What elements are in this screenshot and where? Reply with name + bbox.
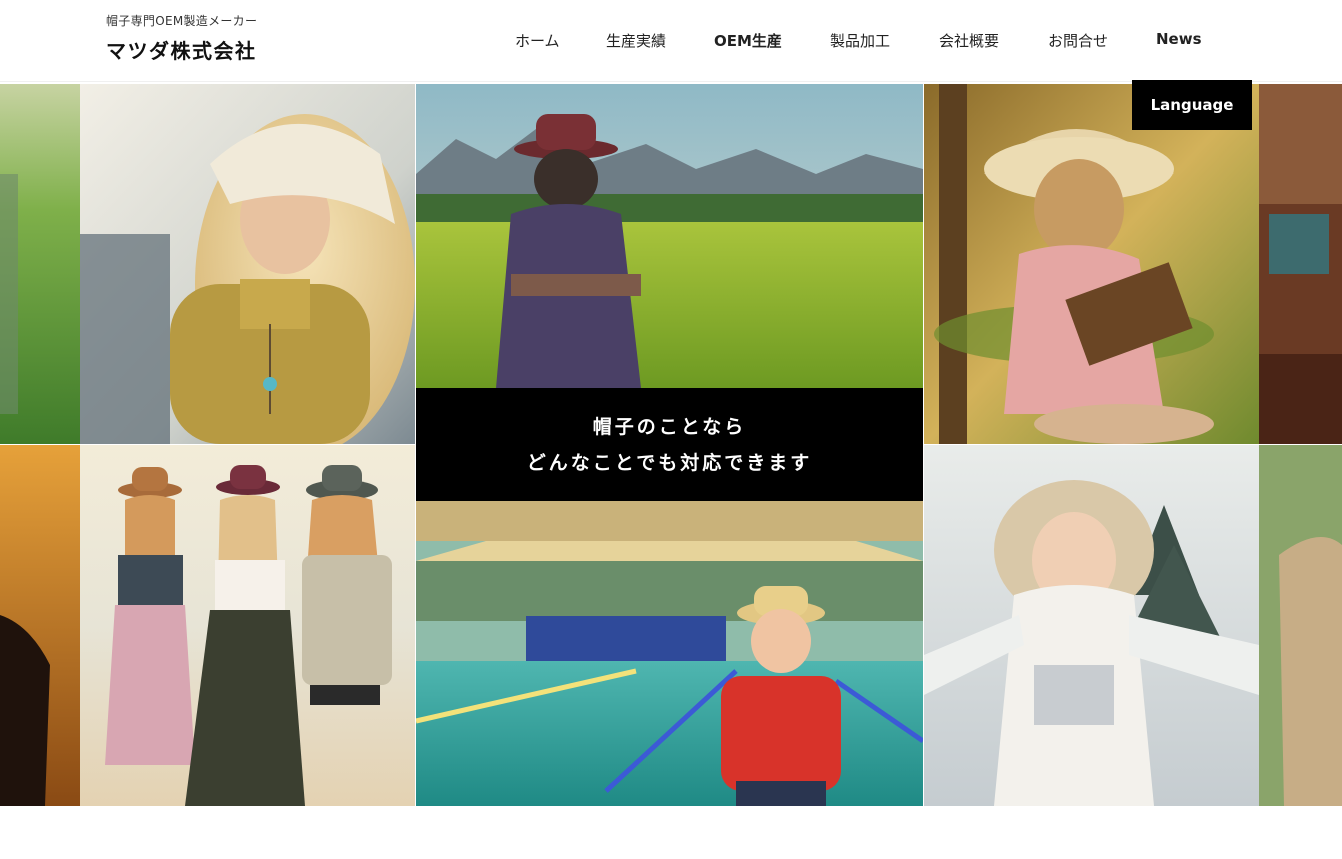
language-button[interactable]: Language <box>1132 80 1252 130</box>
photo-sunset-left <box>0 445 80 806</box>
nav-item-news[interactable]: News <box>1156 30 1202 48</box>
photo-woman-meadow <box>416 84 923 388</box>
nav-item-product-processing[interactable]: 製品加工 <box>830 30 890 51</box>
nav-item-contact[interactable]: お問合せ <box>1048 30 1108 51</box>
photo-sweater-right <box>1259 445 1342 806</box>
photo-boy-pool <box>416 501 923 806</box>
photo-girl-reading <box>924 84 1259 444</box>
hero-mosaic: 帽子のことなら どんなことでも対応できます <box>0 84 1342 806</box>
brand-logo[interactable]: 帽子専門OEM製造メーカー マツダ株式会社 <box>106 12 257 64</box>
photo-grass-left <box>0 84 80 444</box>
company-name: マツダ株式会社 <box>106 39 257 63</box>
nav-item-oem-production[interactable]: OEM生産 <box>714 30 782 51</box>
nav-item-company-profile[interactable]: 会社概要 <box>939 30 999 51</box>
hero-tagline-line2: どんなことでも対応できます <box>526 451 813 474</box>
photo-cafe-right <box>1259 84 1342 444</box>
nav-item-home[interactable]: ホーム <box>515 30 560 51</box>
photo-three-women-beach <box>80 445 415 806</box>
hero-tagline-line1: 帽子のことなら <box>592 415 747 438</box>
nav-item-production-record[interactable]: 生産実績 <box>606 30 666 51</box>
site-header: 帽子専門OEM製造メーカー マツダ株式会社 ホーム 生産実績 OEM生産 製品加… <box>0 0 1342 82</box>
brand-tagline: 帽子専門OEM製造メーカー <box>106 14 258 28</box>
hero-tagline: 帽子のことなら どんなことでも対応できます <box>416 388 923 501</box>
photo-woman-white-hat <box>80 84 415 444</box>
photo-girl-snow <box>924 445 1259 806</box>
